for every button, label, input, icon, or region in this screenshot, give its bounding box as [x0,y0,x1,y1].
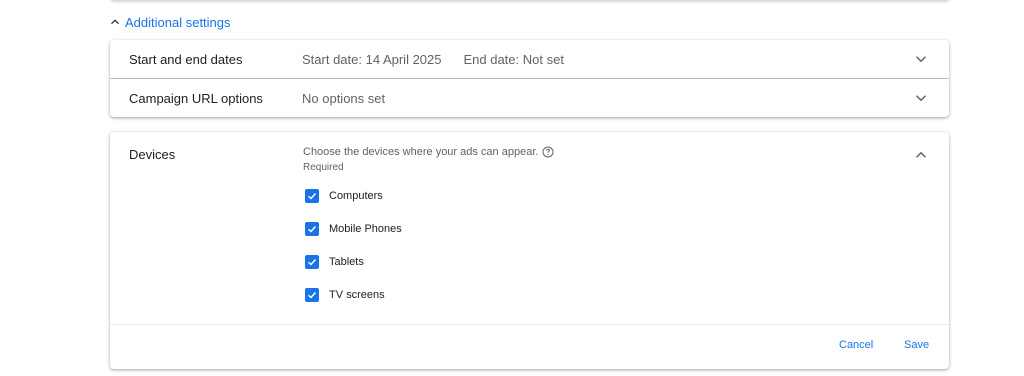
previous-card-edge [109,0,951,1]
chevron-down-icon[interactable] [912,50,930,68]
check-icon [307,192,317,200]
required-label: Required [303,162,344,173]
cancel-button[interactable]: Cancel [839,339,873,351]
chevron-up-icon [111,19,119,25]
campaign-url-options-panel[interactable]: Campaign URL options No options set [110,79,949,117]
devices-prompt: Choose the devices where your ads can ap… [303,146,554,158]
dates-title: Start and end dates [129,51,243,67]
url-options-summary-text: No options set [302,90,386,106]
check-icon [307,258,317,266]
additional-settings-toggle[interactable]: Additional settings [108,12,231,32]
additional-settings-label[interactable]: Additional settings [125,15,231,30]
device-option-label: TV screens [329,289,385,301]
start-date-text: Start date: 14 April 2025 [302,51,442,67]
dates-summary: Start date: 14 April 2025 End date: Not … [302,52,564,67]
url-options-summary: No options set [302,91,385,106]
device-option-label: Tablets [329,256,364,268]
devices-title: Devices [129,147,176,162]
help-icon[interactable] [542,146,554,158]
checkbox-checked[interactable] [305,222,319,236]
device-option-computers[interactable]: Computers [305,189,383,203]
devices-prompt-text: Choose the devices where your ads can ap… [303,146,539,158]
end-date-text: End date: Not set [463,51,564,67]
check-icon [307,225,317,233]
chevron-down-icon[interactable] [912,89,930,107]
device-option-label: Mobile Phones [329,223,402,235]
devices-panel: Devices Choose the devices where your ad… [110,132,949,369]
device-option-tablets[interactable]: Tablets [305,255,364,269]
start-end-dates-panel[interactable]: Start and end dates Start date: 14 April… [110,40,949,78]
chevron-up-icon[interactable] [912,146,930,164]
device-option-tv-screens[interactable]: TV screens [305,288,385,302]
device-option-label: Computers [329,190,383,202]
checkbox-checked[interactable] [305,255,319,269]
check-icon [307,291,317,299]
device-option-mobile-phones[interactable]: Mobile Phones [305,222,402,236]
checkbox-checked[interactable] [305,189,319,203]
divider [110,324,949,325]
checkbox-checked[interactable] [305,288,319,302]
url-options-title: Campaign URL options [129,90,263,106]
save-button[interactable]: Save [904,339,929,351]
